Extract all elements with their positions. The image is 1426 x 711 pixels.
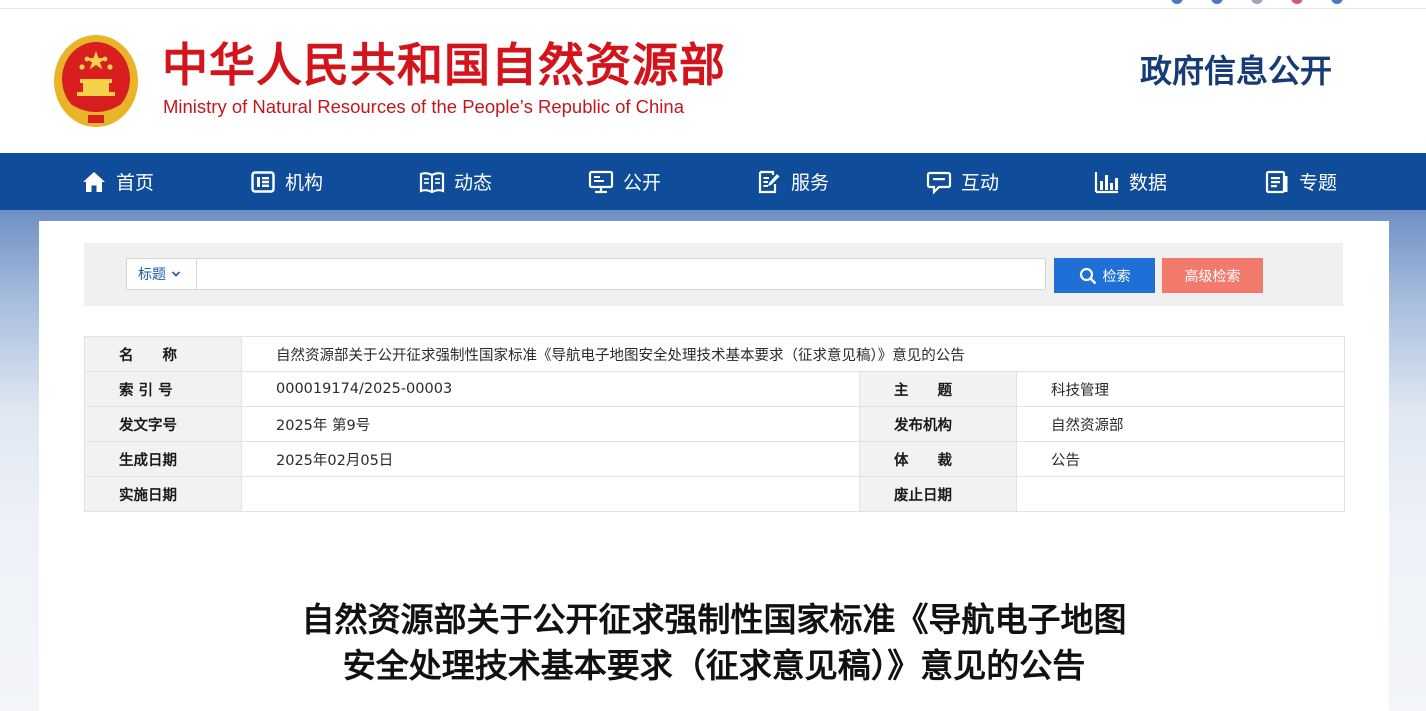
table-row: 生成日期 2025年02月05日 体 裁 公告 bbox=[84, 441, 1345, 477]
monitor-icon bbox=[588, 170, 614, 193]
advanced-search-button[interactable]: 高级检索 bbox=[1162, 258, 1263, 293]
nav-item-topics[interactable]: 专题 bbox=[1264, 153, 1337, 210]
meta-expiry-date-value bbox=[1016, 476, 1345, 512]
nav-item-label: 动态 bbox=[454, 172, 493, 194]
site-subtitle: Ministry of Natural Resources of the Peo… bbox=[163, 96, 684, 117]
meta-index-label: 索 引 号 bbox=[84, 371, 242, 407]
meta-doc-number-label: 发文字号 bbox=[84, 406, 242, 442]
nav-item-label: 首页 bbox=[116, 172, 155, 194]
nav-item-service[interactable]: 服务 bbox=[756, 153, 829, 210]
topic-icon bbox=[1265, 170, 1288, 193]
meta-publisher-value: 自然资源部 bbox=[1016, 406, 1345, 442]
meta-created-date-value: 2025年02月05日 bbox=[241, 441, 860, 477]
search-field-select[interactable]: 标题 bbox=[126, 258, 196, 290]
table-row: 名 称 自然资源部关于公开征求强制性国家标准《导航电子地图安全处理技术基本要求（… bbox=[84, 336, 1345, 372]
news-book-icon bbox=[419, 171, 445, 193]
nav-item-label: 互动 bbox=[961, 172, 1000, 194]
search-bar: 标题 检索 高级检索 bbox=[84, 243, 1343, 306]
main-nav: 首页 机构 动态 公开 服务 互动 数据 专题 bbox=[0, 153, 1426, 210]
utility-icon[interactable] bbox=[1291, 0, 1303, 4]
meta-genre-value: 公告 bbox=[1016, 441, 1345, 477]
organization-icon bbox=[251, 170, 275, 193]
national-emblem-icon[interactable] bbox=[52, 33, 140, 129]
article-title-line: 自然资源部关于公开征求强制性国家标准《导航电子地图 bbox=[301, 600, 1127, 639]
top-utility-strip bbox=[0, 0, 1426, 9]
meta-doc-number-value: 2025年 第9号 bbox=[241, 406, 860, 442]
meta-effective-date-label: 实施日期 bbox=[84, 476, 242, 512]
nav-item-label: 服务 bbox=[791, 172, 830, 194]
site-header: 中华人民共和国自然资源部 Ministry of Natural Resourc… bbox=[0, 9, 1426, 153]
article-title-line: 安全处理技术基本要求（征求意见稿）》意见的公告 bbox=[342, 646, 1086, 685]
utility-icon[interactable] bbox=[1251, 0, 1263, 4]
advanced-search-button-label: 高级检索 bbox=[1184, 268, 1241, 285]
nav-item-interaction[interactable]: 互动 bbox=[926, 153, 999, 210]
meta-subject-label: 主 题 bbox=[859, 371, 1017, 407]
bar-chart-icon bbox=[1094, 171, 1118, 193]
meta-genre-label: 体 裁 bbox=[859, 441, 1017, 477]
nav-item-public[interactable]: 公开 bbox=[588, 153, 661, 210]
document-metadata-table: 名 称 自然资源部关于公开征求强制性国家标准《导航电子地图安全处理技术基本要求（… bbox=[84, 336, 1345, 512]
table-row: 索 引 号 000019174/2025-00003 主 题 科技管理 bbox=[84, 371, 1345, 407]
section-title[interactable]: 政府信息公开 bbox=[1140, 51, 1332, 91]
meta-subject-value: 科技管理 bbox=[1016, 371, 1345, 407]
search-button-label: 检索 bbox=[1102, 268, 1131, 285]
meta-name-label: 名 称 bbox=[84, 336, 242, 372]
nav-item-news[interactable]: 动态 bbox=[419, 153, 492, 210]
nav-item-label: 专题 bbox=[1299, 172, 1338, 194]
meta-expiry-date-label: 废止日期 bbox=[859, 476, 1017, 512]
search-field-select-label: 标题 bbox=[138, 267, 166, 283]
search-button[interactable]: 检索 bbox=[1054, 258, 1155, 293]
nav-item-organization[interactable]: 机构 bbox=[250, 153, 323, 210]
meta-publisher-label: 发布机构 bbox=[859, 406, 1017, 442]
utility-icon[interactable] bbox=[1331, 0, 1343, 4]
chat-bubble-icon bbox=[926, 171, 952, 195]
content-panel: 标题 检索 高级检索 名 称 自然资源部关于公开征求强制性国家标准《导航电子地图 bbox=[39, 221, 1389, 711]
meta-name-value: 自然资源部关于公开征求强制性国家标准《导航电子地图安全处理技术基本要求（征求意见… bbox=[241, 336, 1345, 372]
site-title[interactable]: 中华人民共和国自然资源部 bbox=[162, 39, 726, 91]
meta-index-value: 000019174/2025-00003 bbox=[241, 371, 860, 407]
search-input[interactable] bbox=[196, 258, 1046, 290]
chevron-down-icon bbox=[171, 271, 181, 277]
table-row: 发文字号 2025年 第9号 发布机构 自然资源部 bbox=[84, 406, 1345, 442]
article-title: 自然资源部关于公开征求强制性国家标准《导航电子地图 安全处理技术基本要求（征求意… bbox=[39, 597, 1389, 689]
nav-item-label: 数据 bbox=[1129, 172, 1168, 194]
meta-created-date-label: 生成日期 bbox=[84, 441, 242, 477]
nav-item-label: 机构 bbox=[285, 172, 324, 194]
utility-icon[interactable] bbox=[1211, 0, 1223, 4]
search-icon bbox=[1079, 267, 1096, 284]
service-document-icon bbox=[758, 170, 780, 193]
meta-effective-date-value bbox=[241, 476, 860, 512]
home-icon bbox=[83, 171, 105, 192]
nav-item-data[interactable]: 数据 bbox=[1094, 153, 1167, 210]
nav-item-home[interactable]: 首页 bbox=[81, 153, 154, 210]
nav-item-label: 公开 bbox=[623, 172, 662, 194]
table-row: 实施日期 废止日期 bbox=[84, 476, 1345, 512]
utility-icon[interactable] bbox=[1171, 0, 1183, 4]
